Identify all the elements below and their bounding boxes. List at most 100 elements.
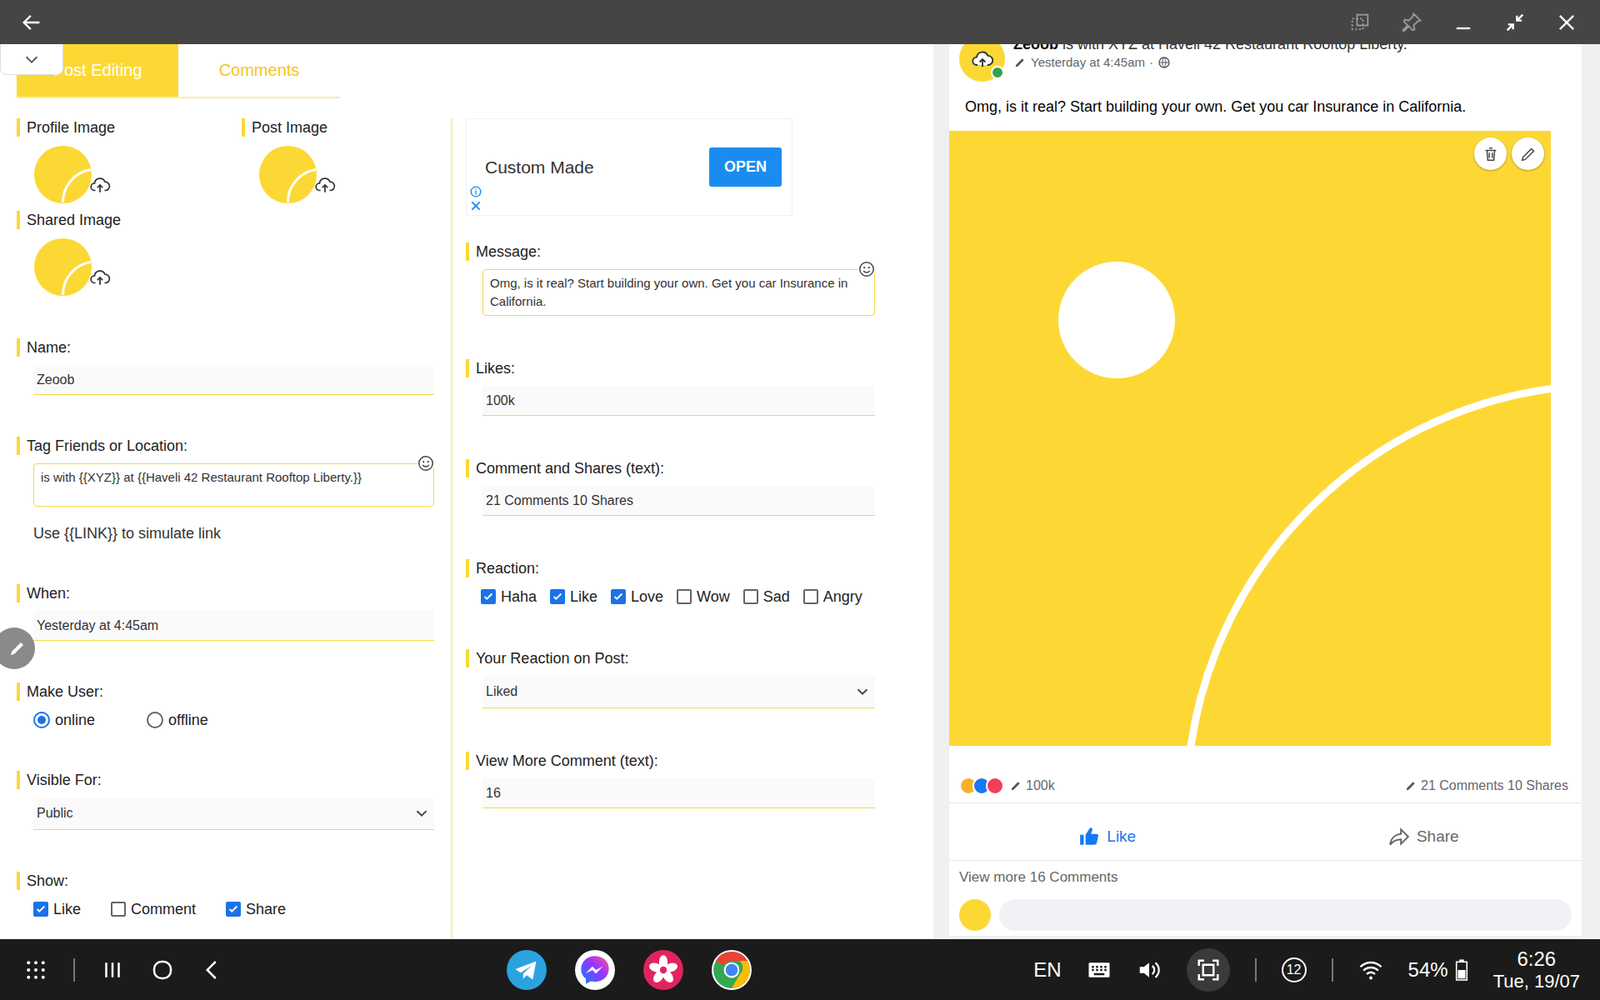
pencil-icon[interactable]: [1404, 779, 1418, 793]
radio-button[interactable]: [33, 711, 50, 729]
tab[interactable]: Comments: [178, 44, 340, 97]
field-label: View More Comment (text):: [465, 751, 875, 770]
checkbox[interactable]: [610, 589, 626, 605]
minimize-icon[interactable]: [1451, 10, 1475, 35]
pencil-icon[interactable]: [1009, 779, 1023, 793]
checkbox[interactable]: [743, 589, 759, 605]
checkbox-option[interactable]: Comment: [110, 900, 196, 919]
like-button[interactable]: Like: [949, 813, 1266, 860]
ad-open-button[interactable]: OPEN: [709, 147, 782, 187]
clock[interactable]: 6:26 Tue, 19/07: [1493, 947, 1580, 992]
back-icon[interactable]: [200, 957, 225, 983]
emoji-icon[interactable]: [857, 260, 876, 279]
image-upload: Shared Image: [16, 210, 242, 297]
post-header: Zeoob is with XYZ at Haveli 42 Restauran…: [949, 44, 1582, 82]
globe-icon: [1157, 55, 1171, 70]
restore-icon[interactable]: [1503, 10, 1527, 35]
checkbox-option[interactable]: Haha: [480, 587, 537, 606]
view-more-input[interactable]: 16: [482, 778, 875, 809]
checkbox[interactable]: [803, 589, 819, 605]
comment-input[interactable]: [999, 899, 1572, 931]
telegram-icon[interactable]: [505, 949, 548, 991]
recents-icon[interactable]: [100, 957, 125, 983]
collapse-button[interactable]: [0, 44, 64, 75]
editor-column: Custom Made OPEN Message: Omg, is it rea…: [450, 118, 934, 940]
comments-shares-input[interactable]: 21 Comments 10 Shares: [482, 485, 875, 516]
checkbox[interactable]: [33, 901, 49, 917]
preview-area: Zeoob is with XYZ at Haveli 42 Restauran…: [933, 44, 1600, 940]
your-reaction-select[interactable]: Liked: [482, 675, 875, 709]
name-input[interactable]: Zeoob: [33, 365, 435, 395]
visible-select[interactable]: Public: [33, 797, 435, 830]
checkbox-option[interactable]: Sad: [743, 587, 790, 606]
checkbox[interactable]: [480, 589, 496, 605]
likes-input[interactable]: 100k: [482, 385, 875, 416]
upload-cloud-icon[interactable]: [89, 174, 111, 196]
image-picker[interactable]: [33, 237, 93, 297]
radio-button[interactable]: [146, 711, 164, 729]
online-dot: [990, 65, 1005, 80]
checkbox-option[interactable]: Wow: [676, 587, 730, 606]
image-upload: Profile Image: [16, 118, 242, 205]
info-icon[interactable]: [470, 185, 482, 198]
edit-fab[interactable]: [0, 627, 35, 670]
message-input[interactable]: Omg, is it real? Start building your own…: [482, 269, 875, 316]
emoji-icon[interactable]: [416, 454, 435, 473]
image-picker[interactable]: [33, 145, 93, 205]
pin-icon[interactable]: [1400, 10, 1424, 35]
notification-badge[interactable]: 12: [1281, 957, 1307, 983]
checkbox-group: Like Comment Share: [33, 900, 435, 919]
field-label: Comment and Shares (text):: [465, 459, 875, 478]
back-arrow-icon[interactable]: [20, 10, 44, 35]
image-picker[interactable]: [258, 145, 318, 205]
keyboard-icon[interactable]: [1086, 957, 1112, 983]
tag-input[interactable]: is with {{XYZ}} at {{Haveli 42 Restauran…: [33, 463, 435, 507]
gallery-icon[interactable]: [642, 949, 685, 991]
upload-cloud-icon[interactable]: [314, 174, 336, 196]
your-reaction-group: Your Reaction on Post: Liked: [465, 649, 875, 709]
checkbox[interactable]: [110, 901, 126, 917]
volume-icon[interactable]: [1136, 957, 1162, 983]
upload-cloud-icon[interactable]: [89, 266, 111, 289]
tab-bar: Post EditingComments: [16, 44, 340, 99]
checkbox[interactable]: [225, 901, 241, 917]
messenger-icon[interactable]: [574, 949, 616, 991]
close-icon[interactable]: [1555, 10, 1579, 35]
chrome-icon[interactable]: [710, 949, 753, 991]
checkbox-option[interactable]: Like: [550, 587, 598, 606]
chevron-down-icon: [412, 804, 431, 823]
close-ad-icon[interactable]: [470, 200, 482, 212]
message-group: Message: Omg, is it real? Start building…: [465, 242, 875, 316]
upload-cloud-icon: [970, 47, 995, 71]
view-more-comments[interactable]: View more 16 Comments: [949, 860, 1582, 895]
placeholder-image-icon: [33, 237, 93, 297]
checkbox[interactable]: [676, 589, 692, 605]
checkbox-option[interactable]: Share: [225, 900, 286, 919]
ad-title: Custom Made: [485, 157, 595, 178]
when-input[interactable]: Yesterday at 4:45am: [33, 610, 435, 641]
avatar[interactable]: [959, 44, 1005, 82]
pencil-icon[interactable]: [1013, 55, 1027, 70]
ad-banner[interactable]: Custom Made OPEN: [465, 118, 793, 216]
checkbox-option[interactable]: Angry: [803, 587, 863, 606]
wifi-icon[interactable]: [1358, 957, 1384, 983]
checkbox-option[interactable]: Love: [610, 587, 664, 606]
language-indicator[interactable]: EN: [1033, 958, 1061, 982]
split-view-icon[interactable]: [1348, 10, 1372, 35]
radio-option[interactable]: online: [33, 710, 117, 730]
screenshot-button[interactable]: [1186, 948, 1230, 992]
radio-option[interactable]: offline: [146, 710, 230, 730]
checkbox-option[interactable]: Like: [33, 900, 81, 919]
chevron-down-icon: [22, 50, 41, 69]
show-group: Show: Like Comment Share: [16, 871, 435, 919]
when-group: When: Yesterday at 4:45am: [16, 584, 435, 641]
checkbox[interactable]: [550, 589, 565, 605]
make-user-group: Make User: online offline: [16, 682, 435, 730]
trash-icon: [1481, 145, 1500, 164]
share-button[interactable]: Share: [1265, 813, 1583, 860]
chevron-down-icon: [853, 682, 872, 701]
apps-grid-icon[interactable]: [23, 957, 49, 983]
delete-image-button[interactable]: [1474, 137, 1507, 170]
home-icon[interactable]: [150, 957, 175, 983]
edit-image-button[interactable]: [1511, 137, 1545, 170]
